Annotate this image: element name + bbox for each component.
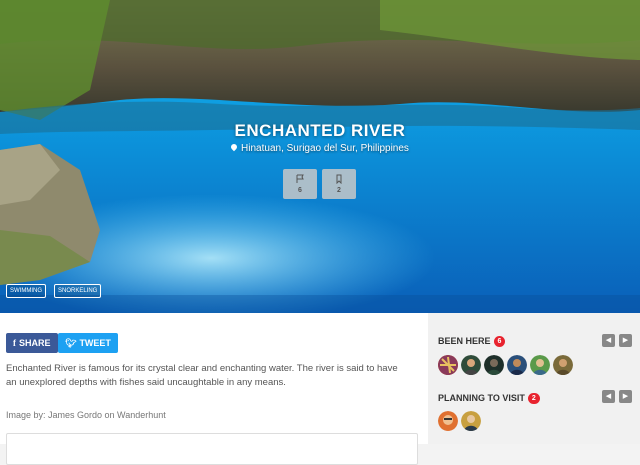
chevron-left-icon: ◀ — [605, 337, 612, 344]
place-description: Enchanted River is famous for its crysta… — [6, 363, 398, 388]
plan-visit-count: 2 — [337, 187, 341, 194]
planning-title: PLANNING TO VISIT — [438, 393, 525, 403]
chevron-right-icon: ▶ — [622, 337, 629, 344]
twitter-tweet-button[interactable]: 🐦︎ TWEET — [58, 333, 118, 353]
facebook-share-button[interactable]: f SHARE — [6, 333, 58, 353]
been-here-count: 6 — [298, 187, 302, 194]
chevron-right-icon: ▶ — [622, 393, 629, 400]
hero-image — [0, 0, 640, 313]
plan-visit-stat-button[interactable]: 2 — [322, 169, 356, 199]
avatar[interactable] — [553, 355, 573, 375]
bookmark-icon — [322, 174, 356, 186]
planning-prev-button[interactable]: ◀ — [602, 390, 615, 403]
main-content: f SHARE 🐦︎ TWEET Enchanted River is famous… — [0, 313, 428, 465]
tag-snorkeling[interactable]: SNORKELING — [54, 284, 102, 298]
planning-heading: PLANNING TO VISIT 2 — [438, 393, 540, 405]
been-here-next-button[interactable]: ▶ — [619, 334, 632, 347]
planning-next-button[interactable]: ▶ — [619, 390, 632, 403]
avatar[interactable] — [438, 411, 458, 431]
facebook-icon: f — [13, 338, 16, 348]
place-location: Hinatuan, Surigao del Sur, Philippines — [0, 142, 640, 154]
map-pin-icon — [229, 142, 239, 152]
avatar[interactable] — [461, 411, 481, 431]
tag-swimming[interactable]: SWIMMING — [6, 284, 46, 298]
location-text: Hinatuan, Surigao del Sur, Philippines — [241, 143, 409, 154]
been-here-title: BEEN HERE — [438, 336, 491, 346]
chevron-left-icon: ◀ — [605, 393, 612, 400]
twitter-icon: 🐦︎ — [65, 338, 77, 348]
avatar[interactable] — [438, 355, 458, 375]
been-here-badge: 6 — [493, 336, 506, 348]
planning-badge: 2 — [527, 393, 540, 405]
tweet-label: TWEET — [79, 338, 111, 348]
comment-box[interactable] — [6, 433, 418, 465]
flag-icon — [283, 174, 317, 186]
been-here-stat-button[interactable]: 6 — [283, 169, 317, 199]
avatar[interactable] — [484, 355, 504, 375]
image-credit: Image by: James Gordo on Wanderhunt — [6, 410, 166, 420]
share-label: SHARE — [19, 338, 51, 348]
avatar[interactable] — [461, 355, 481, 375]
been-here-heading: BEEN HERE 6 — [438, 336, 506, 348]
sidebar: BEEN HERE 6 ◀ ▶ PLANNING TO VISIT 2 ◀ ▶ — [428, 313, 640, 444]
place-title: ENCHANTED RIVER — [234, 121, 406, 140]
been-here-prev-button[interactable]: ◀ — [602, 334, 615, 347]
avatar[interactable] — [530, 355, 550, 375]
hero-banner: ENCHANTED RIVER Hinatuan, Surigao del Su… — [0, 0, 640, 313]
avatar[interactable] — [507, 355, 527, 375]
